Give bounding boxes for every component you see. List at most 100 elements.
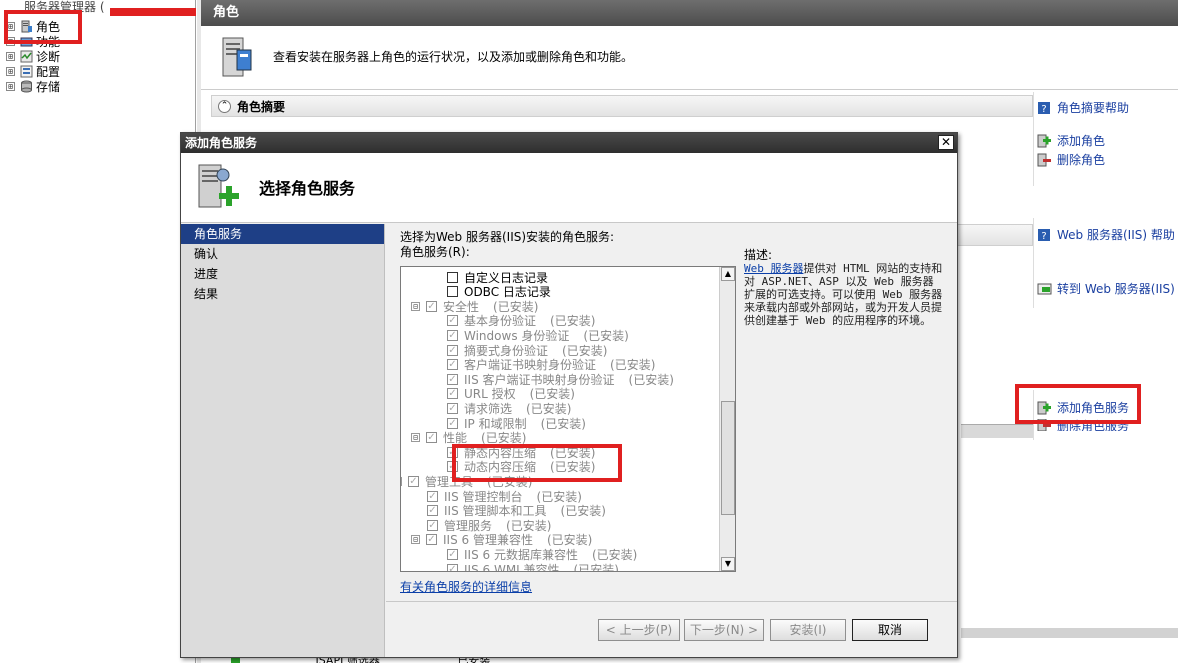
checkbox[interactable]: ✓: [426, 300, 437, 312]
tree-item-storage[interactable]: ⊞ 存储: [6, 79, 60, 94]
diagnostics-icon: [20, 50, 33, 63]
checkbox[interactable]: ✓: [447, 461, 458, 473]
checkbox[interactable]: ✓: [447, 359, 458, 371]
checkbox[interactable]: ✓: [447, 388, 458, 400]
vertical-scrollbar[interactable]: ▲ ▼: [719, 267, 735, 571]
tree-item-features[interactable]: ⊞ 功能: [6, 34, 60, 49]
role-service-item[interactable]: ✓ 动态内容压缩 (已安装): [447, 460, 595, 474]
step-confirmation[interactable]: 确认: [181, 244, 384, 264]
tree-root-label[interactable]: 服务器管理器 (: [24, 0, 105, 14]
expand-icon[interactable]: ⊞: [6, 67, 15, 76]
description-text: Web 服务器提供对 HTML 网站的支持和对 ASP.NET、ASP 以及 W…: [744, 262, 944, 327]
help-icon: ?: [1038, 228, 1050, 242]
role-service-item[interactable]: ✓ IIS 管理控制台 (已安装): [427, 489, 582, 504]
add-role-services-label: 添加角色服务: [1057, 401, 1130, 415]
more-info-link[interactable]: 有关角色服务的详细信息: [400, 578, 532, 595]
role-service-item[interactable]: ✓ Windows 身份验证 (已安装): [447, 328, 629, 343]
add-role-link[interactable]: 添加角色: [1037, 132, 1105, 149]
role-service-item[interactable]: ✓ IIS 6 元数据库兼容性 (已安装): [447, 547, 637, 562]
roles-icon: [21, 20, 32, 33]
goto-iis-link[interactable]: 转到 Web 服务器(IIS): [1037, 280, 1175, 297]
checkbox[interactable]: [447, 286, 458, 298]
expand-icon[interactable]: ⊞: [6, 37, 15, 46]
help-icon: ?: [1038, 101, 1050, 115]
tree-item-diagnostics[interactable]: ⊞ 诊断: [6, 49, 60, 64]
dialog-titlebar[interactable]: 添加角色服务 ✕: [181, 133, 957, 153]
svg-text:?: ?: [1041, 104, 1046, 115]
step-results[interactable]: 结果: [181, 284, 384, 304]
add-role-services-link[interactable]: 添加角色服务: [1037, 399, 1129, 416]
role-service-item[interactable]: ⊟ ✓ 性能 (已安装): [411, 431, 526, 445]
role-service-item[interactable]: ✓ IIS 客户端证书映射身份验证 (已安装): [447, 372, 674, 387]
cancel-button[interactable]: 取消: [852, 619, 928, 641]
next-button[interactable]: 下一步(N) >: [684, 619, 764, 641]
role-service-item[interactable]: ⊟✓管理工具(已安装): [401, 474, 532, 489]
role-service-item[interactable]: ✓ 基本身份验证 (已安装): [447, 314, 595, 328]
checkbox[interactable]: ✓: [427, 490, 438, 502]
checkbox[interactable]: ✓: [447, 329, 458, 341]
role-service-item[interactable]: ✓ IIS 6 WMI 兼容性 (已安装): [447, 562, 619, 571]
checkbox[interactable]: ✓: [447, 344, 458, 356]
add-role-icon: [1037, 134, 1051, 147]
role-service-item[interactable]: ⊟ ✓ IIS 6 管理兼容性 (已安装): [411, 533, 592, 547]
role-service-item[interactable]: ✓ IIS 管理脚本和工具 (已安装): [427, 504, 606, 518]
role-service-item[interactable]: ✓ 管理服务 (已安装): [427, 518, 551, 533]
previous-button[interactable]: < 上一步(P): [598, 619, 680, 641]
server-add-icon: [198, 164, 239, 208]
expand-icon[interactable]: ⊞: [6, 82, 15, 91]
checkbox[interactable]: ✓: [447, 402, 458, 414]
role-service-item[interactable]: ✓ URL 授权 (已安装): [447, 387, 575, 401]
install-status: (已安装): [560, 504, 606, 519]
collapse-icon[interactable]: ⊟: [411, 535, 420, 545]
role-service-item[interactable]: 自定义日志记录: [447, 270, 548, 285]
add-role-label: 添加角色: [1057, 134, 1106, 148]
role-service-item[interactable]: ✓ 客户端证书映射身份验证 (已安装): [447, 358, 655, 372]
svg-text:?: ?: [1041, 231, 1046, 242]
checkbox[interactable]: ✓: [447, 315, 458, 327]
expand-icon[interactable]: ⊞: [6, 52, 15, 61]
tree-item-roles[interactable]: ⊞ 角色: [6, 19, 60, 34]
remove-role-services-link[interactable]: 删除角色服务: [1037, 419, 1129, 431]
role-service-item[interactable]: ✓ 摘要式身份验证 (已安装): [447, 343, 607, 358]
checkbox[interactable]: ✓: [447, 373, 458, 385]
step-progress[interactable]: 进度: [181, 264, 384, 284]
role-service-item[interactable]: ✓ 静态内容压缩 (已安装): [447, 445, 595, 460]
role-summary-help-link[interactable]: ? 角色摘要帮助: [1037, 99, 1129, 116]
checkbox[interactable]: ✓: [427, 505, 438, 517]
tree-item-configuration[interactable]: ⊞ 配置: [6, 64, 60, 79]
description-label: 描述:: [744, 248, 773, 262]
storage-icon: [21, 80, 32, 93]
step-role-services[interactable]: 角色服务: [181, 224, 384, 244]
checkbox[interactable]: ✓: [426, 534, 437, 546]
checkbox[interactable]: ✓: [426, 432, 437, 444]
role-service-item[interactable]: ✓ IP 和域限制 (已安装): [447, 416, 586, 431]
section-role-summary[interactable]: ⌃ 角色摘要: [211, 95, 1033, 117]
role-service-item[interactable]: ODBC 日志记录: [447, 285, 551, 299]
collapse-icon[interactable]: ⌃: [218, 99, 231, 113]
iis-help-link[interactable]: ? Web 服务器(IIS) 帮助: [1037, 226, 1175, 243]
checkbox[interactable]: ✓: [447, 417, 458, 429]
checkbox[interactable]: ✓: [427, 519, 438, 531]
role-service-item[interactable]: ⊟ ✓ 安全性 (已安装): [411, 299, 538, 314]
remove-role-link[interactable]: 删除角色: [1037, 151, 1105, 168]
role-services-list[interactable]: 自定义日志记录 ODBC 日志记录 ⊟ ✓ 安全性 (已安装) ✓ 基本身份验证 (已安装) ✓ W…: [400, 266, 736, 572]
expand-icon[interactable]: ⊞: [6, 22, 15, 31]
collapse-icon[interactable]: ⊟: [411, 301, 420, 311]
add-role-services-icon: [1037, 401, 1051, 414]
role-service-item[interactable]: ✓ 请求筛选 (已安装): [447, 401, 571, 416]
server-icon: [222, 37, 252, 77]
scroll-thumb[interactable]: [721, 401, 735, 515]
scroll-up-button[interactable]: ▲: [721, 267, 735, 281]
scroll-down-button[interactable]: ▼: [721, 557, 735, 571]
close-button[interactable]: ✕: [938, 135, 954, 150]
goto-iis-label: 转到 Web 服务器(IIS): [1057, 282, 1175, 296]
checkbox[interactable]: ✓: [447, 563, 458, 571]
collapse-icon[interactable]: ⊟: [401, 476, 402, 486]
checkbox[interactable]: [447, 271, 458, 283]
install-button[interactable]: 安装(I): [770, 619, 846, 641]
checkbox[interactable]: ✓: [447, 446, 458, 458]
collapse-icon[interactable]: ⊟: [411, 433, 420, 443]
checkbox[interactable]: ✓: [408, 475, 419, 487]
web-server-link[interactable]: Web 服务器: [744, 262, 804, 275]
checkbox[interactable]: ✓: [447, 548, 458, 560]
